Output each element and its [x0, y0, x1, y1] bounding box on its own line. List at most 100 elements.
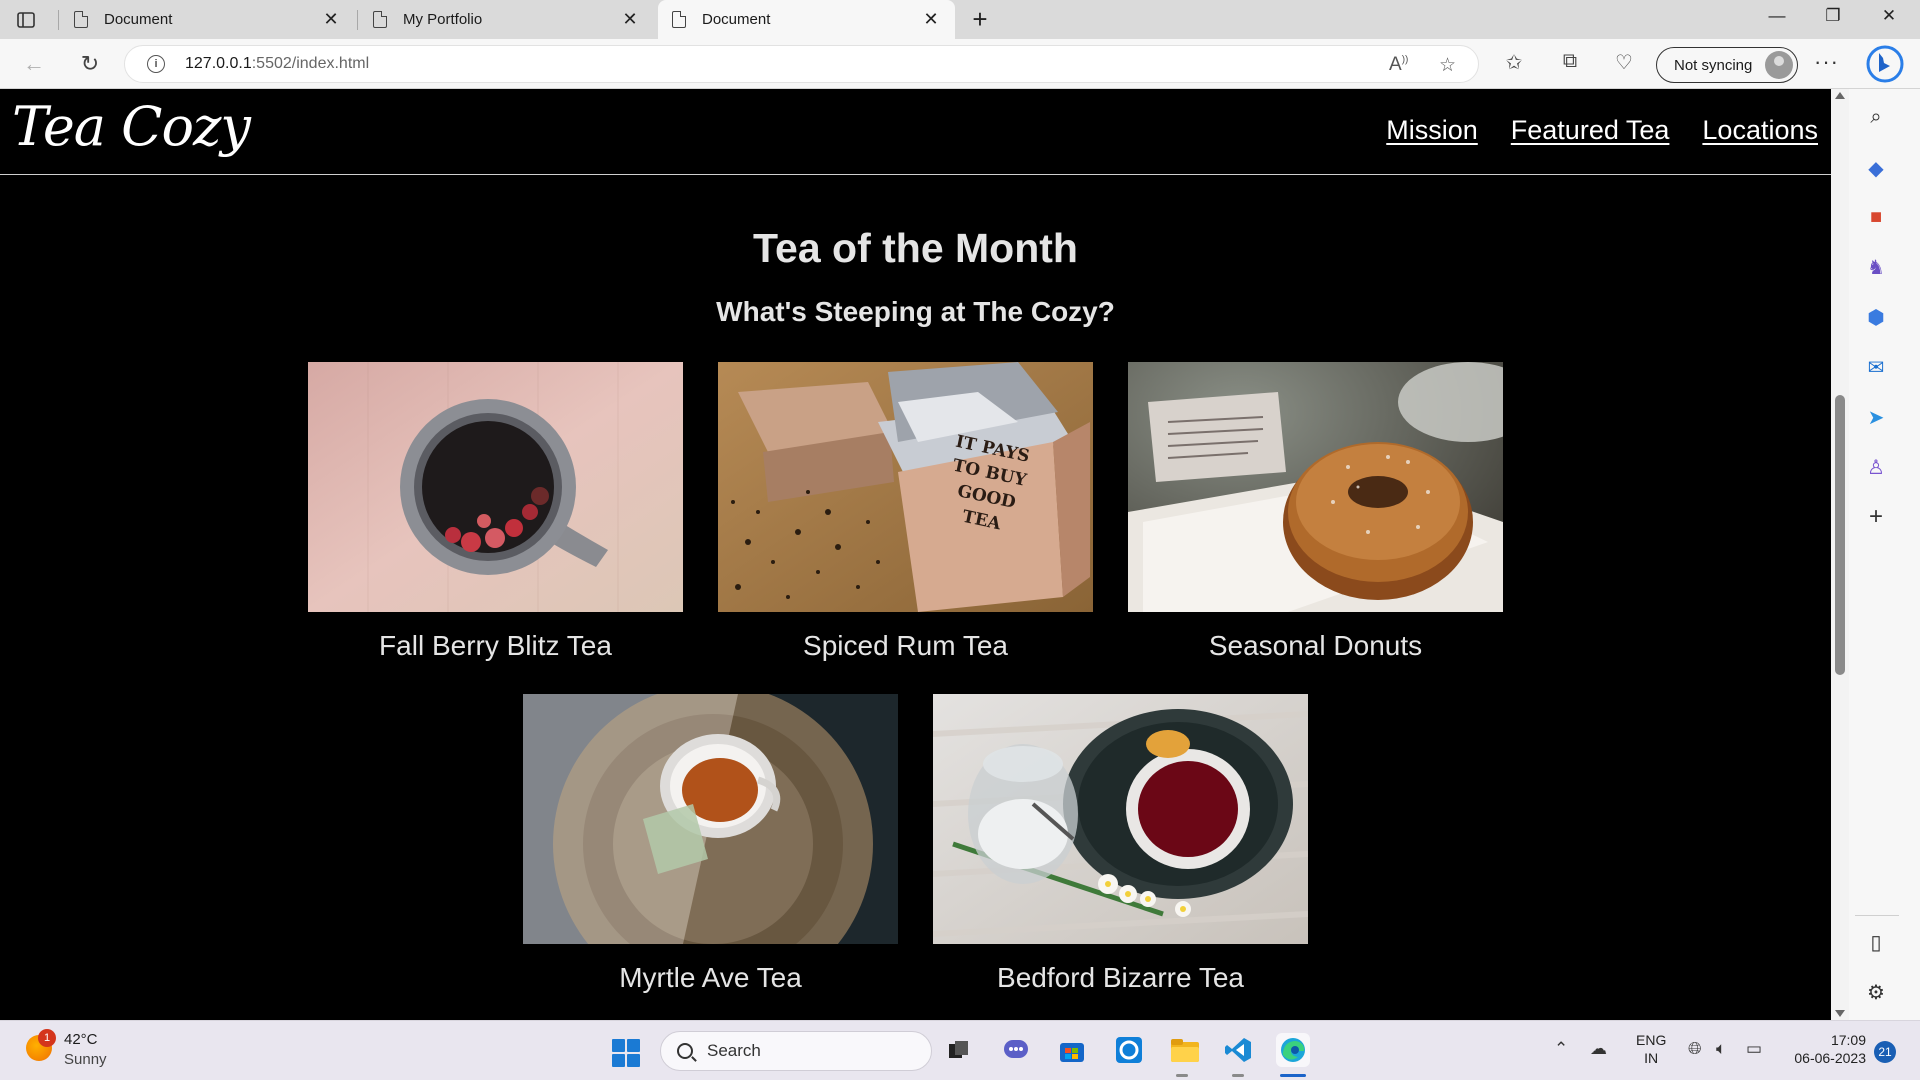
browser-essentials-icon[interactable]: ♡	[1610, 50, 1638, 75]
page-icon	[373, 11, 387, 28]
show-hidden-icons-chevron-icon[interactable]: ⌃	[1554, 1039, 1568, 1059]
url-field[interactable]: i 127.0.0.1:5502/index.html A)) ☆	[124, 45, 1479, 83]
scrollbar-thumb[interactable]	[1835, 395, 1845, 675]
input-language-indicator[interactable]: ENG IN	[1636, 1031, 1666, 1067]
tea-photo	[523, 694, 898, 944]
microsoft-store-icon[interactable]	[1055, 1033, 1089, 1067]
page-icon	[74, 11, 88, 28]
nav-link-featured-tea[interactable]: Featured Tea	[1511, 115, 1670, 146]
tab-title: Document	[702, 11, 771, 28]
tea-card-bedford-bizarre[interactable]: Bedford Bizarre Tea	[933, 694, 1308, 994]
tab-close-icon[interactable]: ✕	[921, 9, 941, 30]
cortana-app-icon[interactable]	[1112, 1033, 1146, 1067]
windows-taskbar: 1 42°C Sunny Search ⌃ ☁ ENG IN 🌐︎ 🔈︎ ▭ 1…	[0, 1020, 1920, 1080]
search-icon[interactable]: ⌕	[1861, 102, 1891, 132]
minimize-button[interactable]: —	[1752, 6, 1802, 26]
taskbar-search-box[interactable]: Search	[660, 1031, 932, 1071]
teams-chat-icon[interactable]	[999, 1033, 1033, 1067]
nav-link-mission[interactable]: Mission	[1386, 115, 1478, 146]
tea-photo	[1128, 362, 1503, 612]
notification-count-badge[interactable]: 21	[1874, 1041, 1896, 1063]
avatar	[1765, 51, 1793, 79]
tea-photo	[308, 362, 683, 612]
sync-label: Not syncing	[1674, 56, 1753, 74]
address-bar-row: ← ↻ i 127.0.0.1:5502/index.html A)) ☆ ✩ …	[0, 39, 1920, 89]
scroll-down-arrow-icon[interactable]	[1835, 1010, 1845, 1017]
tab-actions-icon[interactable]	[14, 8, 38, 32]
shopping-tag-icon[interactable]: ◆	[1861, 153, 1891, 183]
browser-tab-bar: Document ✕ My Portfolio ✕ Document ✕ + —…	[0, 0, 1920, 39]
tea-caption: Bedford Bizarre Tea	[997, 962, 1244, 993]
tab-title: Document	[104, 11, 173, 28]
weather-temperature: 42°C	[64, 1031, 98, 1048]
page-viewport: Tea Cozy Mission Featured Tea Locations …	[0, 89, 1831, 1020]
refresh-icon[interactable]: ↻	[76, 50, 104, 78]
nav-link-locations[interactable]: Locations	[1702, 115, 1818, 146]
lang-code: ENG	[1636, 1032, 1667, 1048]
tea-card-spiced-rum[interactable]: IT PAYS TO BUY GOOD TEA Spiced Rum Tea	[718, 362, 1093, 662]
browser-tab-document-1[interactable]: Document ✕	[60, 0, 355, 39]
scroll-up-arrow-icon[interactable]	[1835, 92, 1845, 99]
url-path: :5502/index.html	[251, 55, 370, 72]
drop-send-icon[interactable]: ➤	[1861, 402, 1891, 432]
browser-tab-my-portfolio[interactable]: My Portfolio ✕	[359, 0, 654, 39]
tea-card-fall-berry-blitz[interactable]: Fall Berry Blitz Tea	[308, 362, 683, 662]
tea-card-myrtle-ave[interactable]: Myrtle Ave Tea	[523, 694, 898, 994]
maximize-button[interactable]: ❐	[1808, 6, 1858, 26]
edge-browser-icon[interactable]	[1276, 1033, 1310, 1067]
bing-chat-icon[interactable]	[1866, 44, 1904, 84]
tools-briefcase-icon[interactable]: ■	[1861, 202, 1891, 232]
tea-caption: Spiced Rum Tea	[803, 630, 1008, 661]
tea-caption: Seasonal Donuts	[1208, 630, 1423, 661]
search-placeholder: Search	[707, 1041, 761, 1060]
weather-alert-badge: 1	[38, 1029, 56, 1047]
tea-caption: Myrtle Ave Tea	[619, 962, 802, 993]
clock-date: 06-06-2023	[1794, 1050, 1866, 1066]
sidebar-settings-gear-icon[interactable]: ⚙	[1861, 977, 1891, 1007]
favorite-star-icon[interactable]: ☆	[1439, 54, 1456, 77]
page-scrollbar[interactable]	[1831, 89, 1849, 1020]
tea-caption: Fall Berry Blitz Tea	[379, 630, 612, 661]
volume-icon[interactable]: 🔈︎	[1716, 1039, 1726, 1059]
tab-title: My Portfolio	[403, 11, 483, 28]
tea-photo: IT PAYS TO BUY GOOD TEA	[718, 362, 1093, 612]
games-icon[interactable]: ♞	[1861, 252, 1891, 282]
collections-icon[interactable]: ⧉	[1556, 50, 1584, 73]
tab-close-icon[interactable]: ✕	[321, 9, 341, 30]
site-logo[interactable]: Tea Cozy	[12, 95, 251, 158]
network-globe-icon[interactable]: 🌐︎	[1688, 1039, 1702, 1059]
back-arrow-icon[interactable]: ←	[20, 50, 48, 78]
designer-icon[interactable]: ♙	[1861, 452, 1891, 482]
outlook-icon[interactable]: ✉	[1861, 352, 1891, 382]
clock[interactable]: 17:09 06-06-2023	[1776, 1031, 1866, 1067]
lang-region: IN	[1644, 1050, 1659, 1066]
search-icon	[677, 1043, 693, 1059]
windows-start-icon[interactable]	[612, 1039, 640, 1067]
browser-tab-document-active[interactable]: Document ✕	[658, 0, 955, 39]
tab-close-icon[interactable]: ✕	[620, 9, 640, 30]
section-title: Tea of the Month	[753, 225, 1078, 271]
clock-time: 17:09	[1830, 1032, 1866, 1048]
more-options-icon[interactable]: ···	[1814, 49, 1839, 75]
section-subtitle: What's Steeping at The Cozy?	[716, 296, 1115, 327]
favorites-icon[interactable]: ✩	[1500, 50, 1528, 75]
vscode-icon[interactable]	[1221, 1033, 1255, 1067]
file-explorer-icon[interactable]	[1168, 1033, 1202, 1067]
url-host: 127.0.0.1	[185, 55, 252, 72]
weather-condition: Sunny	[64, 1051, 107, 1068]
read-aloud-icon[interactable]: A))	[1389, 54, 1408, 76]
onedrive-cloud-icon[interactable]: ☁	[1590, 1039, 1607, 1059]
add-sidebar-app-icon[interactable]: +	[1861, 502, 1891, 532]
site-info-icon[interactable]: i	[147, 55, 165, 73]
page-icon	[672, 11, 686, 28]
new-tab-button[interactable]: +	[965, 4, 995, 35]
hide-sidebar-icon[interactable]: ▯	[1861, 927, 1891, 957]
site-header: Tea Cozy Mission Featured Tea Locations	[0, 89, 1831, 175]
profile-sync-button[interactable]: Not syncing	[1656, 47, 1798, 83]
tea-photo	[933, 694, 1308, 944]
battery-icon[interactable]: ▭	[1746, 1039, 1762, 1059]
tea-card-seasonal-donuts[interactable]: Seasonal Donuts	[1128, 362, 1503, 662]
task-view-icon[interactable]	[942, 1033, 976, 1067]
microsoft-365-icon[interactable]: ⬢	[1861, 302, 1891, 332]
close-window-button[interactable]: ✕	[1864, 6, 1914, 26]
